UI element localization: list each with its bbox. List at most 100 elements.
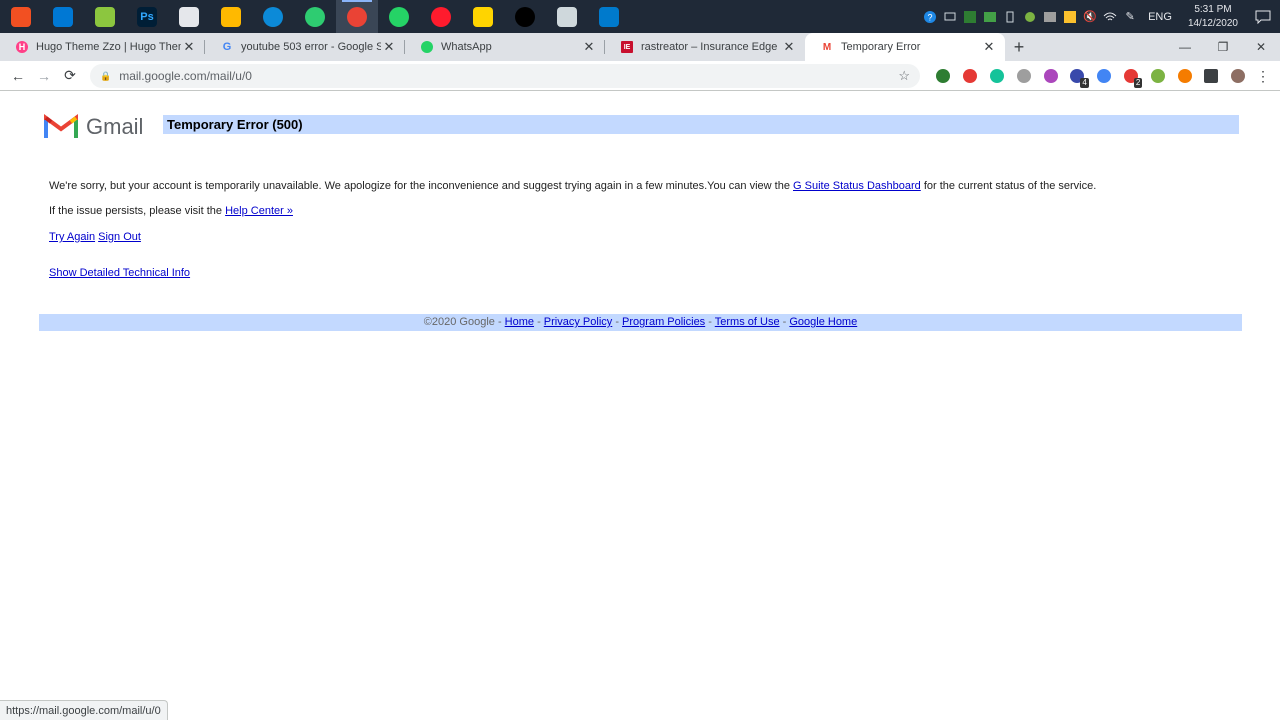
help-icon[interactable]: ? <box>920 0 940 33</box>
ext-opera-icon[interactable] <box>957 63 984 89</box>
gmail-favicon: M <box>822 41 832 53</box>
pen-icon[interactable]: ✎ <box>1120 0 1140 33</box>
clock[interactable]: 5:31 PM 14/12/2020 <box>1180 3 1246 31</box>
footer-terms-link[interactable]: Terms of Use <box>715 316 780 328</box>
footer-sep-1: - <box>534 316 544 328</box>
extension-glyph <box>1150 69 1165 83</box>
page-footer: ©2020 Google - Home - Privacy Policy - P… <box>39 314 1242 331</box>
ext-red-icon[interactable]: 2 <box>1118 63 1145 89</box>
notification-center-icon[interactable] <box>1246 0 1280 33</box>
chrome-menu-icon[interactable]: ⋮ <box>1250 63 1276 89</box>
message-text: We're sorry, but your account is tempora… <box>49 180 793 192</box>
usb-icon[interactable] <box>1000 0 1020 33</box>
footer-sep-3: - <box>705 316 715 328</box>
notes-tray-icon[interactable] <box>1060 0 1080 33</box>
close-tab-icon[interactable]: ✕ <box>381 39 397 55</box>
photoshop-icon: Ps <box>137 6 157 27</box>
extension-glyph <box>1016 69 1031 83</box>
ext-wordpress-icon[interactable] <box>1010 63 1037 89</box>
bookmark-star-icon[interactable]: ☆ <box>898 68 910 84</box>
ext-leaf-icon[interactable] <box>1144 63 1171 89</box>
opera-icon <box>431 6 451 27</box>
tab-list: HHugo Theme Zzo | Hugo Themes✕Gyoutube 5… <box>0 33 1005 61</box>
tab-title: rastreator – Insurance Edge <box>641 41 778 53</box>
nvidia-icon[interactable] <box>960 0 980 33</box>
close-window-button[interactable]: ✕ <box>1242 33 1280 61</box>
taskbar-app[interactable] <box>420 0 462 33</box>
ext-cube-icon[interactable]: 4 <box>1064 63 1091 89</box>
close-tab-icon[interactable]: ✕ <box>981 39 997 55</box>
taskbar-app[interactable] <box>84 0 126 33</box>
taskbar-app[interactable] <box>294 0 336 33</box>
browser-tab[interactable]: WhatsApp ✕ <box>405 33 605 61</box>
taskbar-app[interactable] <box>336 0 378 33</box>
taskbar-app[interactable] <box>588 0 630 33</box>
minimize-button[interactable]: — <box>1166 33 1204 61</box>
footer-google-home-link[interactable]: Google Home <box>789 316 857 328</box>
taskbar-app[interactable] <box>168 0 210 33</box>
browser-tab[interactable]: M Temporary Error ✕ <box>805 33 1005 61</box>
google-favicon: G <box>222 41 232 53</box>
taskbar-app[interactable] <box>504 0 546 33</box>
battery-green-icon[interactable] <box>980 0 1000 33</box>
error-title: Temporary Error (500) <box>163 115 1239 134</box>
system-tray: ? 🔇 ✎ ENG 5:31 PM 14/12/2020 <box>920 0 1280 33</box>
sign-out-link[interactable]: Sign Out <box>98 231 141 243</box>
close-tab-icon[interactable]: ✕ <box>581 39 597 55</box>
taskbar-app[interactable]: Ps <box>126 0 168 33</box>
tab-title: Hugo Theme Zzo | Hugo Themes <box>36 41 181 53</box>
clock-date: 14/12/2020 <box>1187 17 1238 29</box>
forward-button[interactable]: → <box>31 63 57 89</box>
taskbar-app[interactable] <box>462 0 504 33</box>
help-message: If the issue persists, please visit the … <box>49 205 293 217</box>
ext-rss-icon[interactable] <box>1171 63 1198 89</box>
taskbar-app[interactable] <box>378 0 420 33</box>
taskbar-app[interactable] <box>210 0 252 33</box>
footer-home-link[interactable]: Home <box>505 316 534 328</box>
paint-icon <box>53 6 73 27</box>
taskbar-app[interactable] <box>42 0 84 33</box>
whatsapp-icon <box>389 6 409 27</box>
extensions-puzzle-icon[interactable] <box>1198 63 1225 89</box>
ext-colorwheel-icon[interactable] <box>1037 63 1064 89</box>
language-indicator[interactable]: ENG <box>1140 11 1180 23</box>
extension-glyph <box>1043 69 1058 83</box>
try-again-link[interactable]: Try Again <box>49 231 95 243</box>
footer-privacy-link[interactable]: Privacy Policy <box>544 316 612 328</box>
volume-muted-icon[interactable]: 🔇 <box>1080 0 1100 33</box>
close-tab-icon[interactable]: ✕ <box>781 39 797 55</box>
taskbar-app[interactable] <box>546 0 588 33</box>
back-button[interactable]: ← <box>5 63 31 89</box>
browser-tab[interactable]: IE rastreator – Insurance Edge ✕ <box>605 33 805 61</box>
lock-icon[interactable]: 🔒 <box>100 71 111 82</box>
tab-title: WhatsApp <box>441 41 492 53</box>
camera-app-icon <box>515 6 535 27</box>
profile-avatar-icon[interactable] <box>1225 63 1252 89</box>
ext-globe-icon[interactable] <box>930 63 957 89</box>
help-center-link[interactable]: Help Center » <box>225 205 293 217</box>
chrome-icon <box>347 6 367 27</box>
taskbar-app[interactable] <box>252 0 294 33</box>
wifi-icon[interactable] <box>1100 0 1120 33</box>
close-tab-icon[interactable]: ✕ <box>181 39 197 55</box>
action-links: Try Again Sign Out <box>49 231 141 243</box>
status-dashboard-link[interactable]: G Suite Status Dashboard <box>793 180 921 192</box>
gmail-logo[interactable]: Gmail <box>44 114 143 140</box>
ext-grammarly-icon[interactable] <box>984 63 1011 89</box>
gmail-wordmark: Gmail <box>86 114 144 139</box>
browser-tab[interactable]: Gyoutube 503 error - Google Searc✕ <box>205 33 405 61</box>
monitor-icon[interactable] <box>940 0 960 33</box>
reload-button[interactable]: ⟳ <box>57 63 83 89</box>
maximize-button[interactable]: ❐ <box>1204 33 1242 61</box>
extension-glyph <box>1204 69 1219 83</box>
show-technical-info-link[interactable]: Show Detailed Technical Info <box>49 267 190 279</box>
keyboard-icon[interactable] <box>1040 0 1060 33</box>
address-url[interactable]: mail.google.com/mail/u/0 <box>119 69 898 83</box>
new-tab-button[interactable]: + <box>1005 33 1033 61</box>
browser-tab[interactable]: H Hugo Theme Zzo | Hugo Themes✕ <box>0 33 205 61</box>
ext-translate-icon[interactable] <box>1091 63 1118 89</box>
footer-program-policies-link[interactable]: Program Policies <box>622 316 705 328</box>
taskbar-app[interactable] <box>0 0 42 33</box>
network-app-icon[interactable] <box>1020 0 1040 33</box>
address-bar[interactable]: 🔒 mail.google.com/mail/u/0 ☆ <box>90 64 920 88</box>
